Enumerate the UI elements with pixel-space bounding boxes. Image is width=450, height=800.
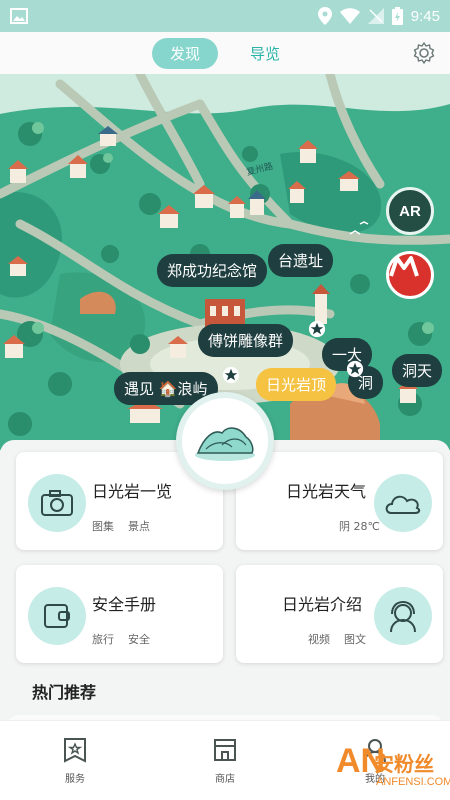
card-tag: 安全	[128, 633, 150, 646]
poi-label: 郑成功纪念馆	[167, 262, 258, 280]
signal-icon	[367, 8, 384, 24]
star-marker-icon	[308, 320, 326, 338]
star-page-icon	[64, 738, 86, 763]
shop-icon	[214, 739, 236, 761]
card-tags: 图集 景点	[92, 518, 150, 534]
nav-label: 商店	[215, 774, 235, 785]
poi-bubble-platform-ruins[interactable]: 台遗址	[268, 244, 334, 277]
card-tag: 图集	[92, 520, 114, 533]
card-title: 安全手册	[92, 595, 157, 614]
card-title: 日光岩天气	[286, 482, 367, 501]
wallet-icon	[28, 587, 86, 645]
card-tags: 阴 28℃	[339, 518, 380, 534]
status-bar: 9:45	[0, 0, 450, 32]
gallery-notification-icon	[10, 8, 28, 24]
nav-shop[interactable]: 商店	[175, 736, 275, 785]
card-title: 日光岩介绍	[282, 595, 363, 614]
card-tag: 视频	[308, 633, 330, 646]
island-logo[interactable]	[176, 392, 274, 490]
poi-bubble-statue-group[interactable]: 傅饼雕像群	[198, 324, 294, 357]
ar-button[interactable]: AR	[386, 187, 434, 235]
metro-icon	[389, 256, 419, 277]
wallet-icon-svg	[44, 604, 70, 628]
card-introduction[interactable]: 日光岩介绍 视频 图文	[236, 565, 443, 663]
tab-discover[interactable]: 发现	[151, 37, 218, 69]
card-tags: 视频 图文	[308, 631, 366, 647]
island-logo-icon	[195, 427, 255, 461]
poi-bubble-zheng-chenggong-memorial[interactable]: 郑成功纪念馆	[157, 254, 268, 287]
wifi-icon	[339, 8, 360, 24]
location-icon	[317, 7, 332, 25]
battery-icon	[391, 7, 403, 25]
nav-label: 服务	[65, 774, 85, 785]
cloud-icon-svg	[385, 495, 421, 514]
poi-label: 日光岩顶	[266, 376, 327, 394]
ar-label: AR	[399, 202, 421, 220]
poi-label: 傅饼雕像群	[208, 332, 284, 350]
poi-label: 洞天	[402, 362, 433, 380]
watermark: AN 安粉丝 ANFENSI.COM	[330, 738, 450, 800]
card-safety-manual[interactable]: 安全手册 旅行 安全	[16, 565, 223, 663]
card-tag: 景点	[128, 520, 150, 533]
card-tag: 图文	[344, 633, 366, 646]
card-tags: 旅行 安全	[92, 631, 150, 647]
camera-icon-svg	[41, 490, 73, 516]
card-title: 日光岩一览	[92, 482, 173, 501]
poi-label: 台遗址	[278, 252, 324, 270]
star-marker-icon	[222, 366, 240, 384]
gear-icon[interactable]	[412, 41, 436, 65]
card-weather[interactable]: 日光岩天气 阴 28℃	[236, 452, 443, 550]
headset-guide-icon	[374, 587, 432, 645]
tab-guide[interactable]: 导览	[232, 38, 298, 69]
poi-label: 遇见	[124, 380, 155, 398]
poi-bubble-dongtian[interactable]: 洞天	[392, 354, 443, 387]
watermark-main: 安粉丝	[374, 752, 434, 776]
star-marker-icon	[346, 360, 364, 378]
clock: 9:45	[410, 7, 440, 25]
tab-bar: 发现 导览	[151, 37, 298, 69]
watermark-sub: ANFENSI.COM	[376, 776, 450, 788]
poi-label: 浪屿	[177, 380, 208, 398]
nav-service[interactable]: 服务	[25, 736, 125, 785]
headset-guide-icon-svg	[390, 600, 416, 633]
cloud-icon	[374, 474, 432, 532]
camera-icon	[28, 474, 86, 532]
card-tag: 旅行	[92, 633, 114, 646]
poi-bubble-sunlight-peak[interactable]: 日光岩顶	[256, 368, 337, 401]
weather-reading: 阴 28℃	[339, 520, 380, 533]
section-title-hot: 热门推荐	[32, 683, 97, 702]
metro-button[interactable]	[386, 251, 434, 299]
top-header: 发现 导览	[0, 32, 450, 74]
